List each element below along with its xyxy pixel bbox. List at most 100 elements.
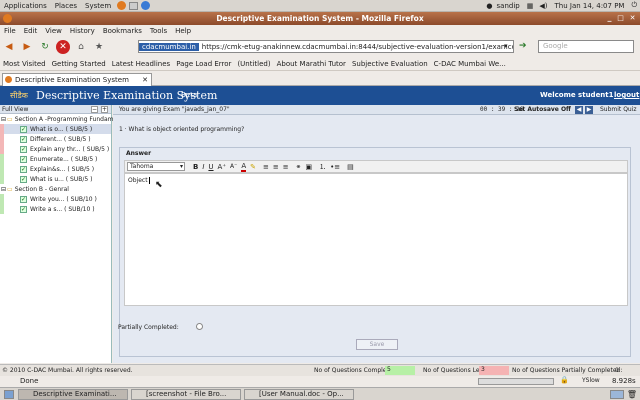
align-left-icon[interactable]: ≡: [263, 163, 269, 171]
image-icon[interactable]: ▣: [305, 163, 312, 171]
checkbox-icon[interactable]: ✓: [20, 145, 27, 153]
window-titlebar[interactable]: Descriptive Examination System - Mozilla…: [0, 12, 640, 25]
link-icon[interactable]: ⚭: [296, 163, 302, 171]
expand-all-icon[interactable]: +: [101, 105, 108, 113]
next-question-icon[interactable]: ▶: [585, 106, 593, 114]
save-button[interactable]: Save: [356, 339, 398, 350]
question-item[interactable]: ✓ Different... ( SUB/5 ): [0, 134, 111, 144]
window-minimize-icon[interactable]: _: [605, 14, 614, 23]
menu-view[interactable]: View: [41, 27, 66, 35]
ordered-list-icon[interactable]: ⒈: [319, 162, 326, 172]
gnome-menu-places[interactable]: Places: [51, 2, 81, 10]
section-b-node[interactable]: ⊟ ▭ Section B - Genral: [0, 184, 111, 194]
site-identity-badge[interactable]: cdacmumbai.in: [139, 42, 199, 51]
yslow-label[interactable]: YSlow: [582, 377, 600, 384]
menu-help[interactable]: Help: [171, 27, 195, 35]
section-a-node[interactable]: ⊟ ▭ Section A -Programming Fundamentals: [0, 114, 132, 124]
unordered-list-icon[interactable]: •≡: [330, 163, 340, 171]
show-desktop-icon[interactable]: [4, 389, 14, 399]
tree-toggle-icon[interactable]: ⊟: [1, 116, 6, 123]
menu-tools[interactable]: Tools: [146, 27, 171, 35]
gnome-menu-applications[interactable]: Applications: [0, 2, 51, 10]
task-file-browser[interactable]: [screenshot - File Bro...: [131, 388, 241, 400]
bookmark-cdac-mumbai[interactable]: C-DAC Mumbai We...: [431, 60, 509, 68]
bookmark-untitled[interactable]: (Untitled): [234, 60, 273, 68]
gnome-menu-system[interactable]: System: [81, 2, 115, 10]
checkbox-icon[interactable]: ✓: [20, 125, 27, 133]
checkbox-icon[interactable]: ✓: [20, 205, 27, 213]
bookmark-icon[interactable]: ★: [92, 40, 106, 54]
workspace-switcher[interactable]: [609, 389, 624, 399]
partial-checkbox[interactable]: [196, 323, 203, 330]
checkbox-icon[interactable]: ✓: [20, 155, 27, 163]
bookmark-marathi-tutor[interactable]: About Marathi Tutor: [274, 60, 349, 68]
question-item[interactable]: ✓ What is u... ( SUB/5 ): [0, 174, 111, 184]
stop-icon[interactable]: ✕: [56, 39, 70, 54]
question-item[interactable]: ✓ Enumerate... ( SUB/5 ): [0, 154, 111, 164]
gnome-clock[interactable]: Thu Jan 14, 4:07 PM: [551, 2, 629, 10]
checkbox-icon[interactable]: ✓: [20, 195, 27, 203]
window-maximize-icon[interactable]: □: [616, 14, 625, 23]
volume-icon[interactable]: ◀): [536, 2, 550, 10]
menu-bookmarks[interactable]: Bookmarks: [99, 27, 146, 35]
mail-launcher-icon[interactable]: [129, 1, 139, 10]
forward-icon[interactable]: ▶: [20, 40, 34, 54]
italic-icon[interactable]: I: [202, 163, 204, 171]
question-item[interactable]: ✓ Explain&s... ( SUB/5 ): [0, 164, 111, 174]
font-grow-icon[interactable]: A⁺: [218, 163, 226, 171]
search-input[interactable]: Google: [538, 40, 634, 53]
task-user-manual[interactable]: [User Manual.doc - Op...: [244, 388, 354, 400]
lock-icon[interactable]: 🔒: [560, 376, 569, 384]
align-center-icon[interactable]: ≡: [273, 163, 279, 171]
submit-quiz-button[interactable]: Submit Quiz: [600, 106, 637, 113]
prev-question-icon[interactable]: ◀: [575, 106, 583, 114]
checkbox-icon[interactable]: ✓: [20, 175, 27, 183]
gnome-user[interactable]: sandip: [493, 2, 524, 10]
back-icon[interactable]: ◀: [2, 40, 16, 54]
window-close-icon[interactable]: ✕: [628, 14, 637, 23]
question-item[interactable]: ✓ Explain any thr... ( SUB/5 ): [0, 144, 111, 154]
bookmark-page-load-error[interactable]: Page Load Error: [173, 60, 234, 68]
tab-close-icon[interactable]: ✕: [142, 74, 148, 86]
reload-icon[interactable]: ↻: [38, 40, 52, 54]
font-color-icon[interactable]: A: [241, 162, 247, 172]
source-icon[interactable]: ▤: [347, 163, 354, 171]
tab-favicon-icon: [5, 76, 12, 83]
bold-icon[interactable]: B: [193, 163, 198, 171]
window-menu-icon[interactable]: [3, 14, 12, 23]
help-launcher-icon[interactable]: [141, 1, 151, 10]
question-item[interactable]: ✓ Write you... ( SUB/10 ): [0, 194, 111, 204]
align-right-icon[interactable]: ≡: [283, 163, 289, 171]
task-exam-window[interactable]: Descriptive Examinati...: [18, 388, 128, 400]
checkbox-icon[interactable]: ✓: [20, 165, 27, 173]
menu-edit[interactable]: Edit: [20, 27, 42, 35]
go-icon[interactable]: ➔: [519, 41, 527, 51]
firefox-launcher-icon[interactable]: [117, 1, 127, 10]
question-item[interactable]: ✓ What is o... ( SUB/5 ): [0, 124, 111, 134]
autosave-toggle[interactable]: Set Autosave Off: [514, 106, 571, 113]
checkbox-icon[interactable]: ✓: [20, 135, 27, 143]
answer-editor[interactable]: Object ⬉: [124, 173, 628, 306]
trash-icon[interactable]: 🗑: [627, 390, 637, 399]
tree-toggle-icon[interactable]: ⊟: [1, 186, 6, 193]
highlight-icon[interactable]: ✎: [250, 163, 256, 171]
menu-file[interactable]: File: [0, 27, 20, 35]
url-bar[interactable]: cdacmumbai.in https://cmk-etug-anakinnew…: [138, 40, 514, 53]
tab-exam[interactable]: Descriptive Examination System ✕: [2, 73, 152, 86]
question-item[interactable]: ✓ Write a s... ( SUB/10 ): [0, 204, 111, 214]
bookmark-subjective-evaluation[interactable]: Subjective Evaluation: [349, 60, 431, 68]
collapse-all-icon[interactable]: −: [91, 105, 98, 113]
url-dropdown-icon[interactable]: ▾: [504, 42, 508, 50]
question-sidebar: Full View − + ⊟ ▭ Section A -Programming…: [0, 105, 132, 363]
bookmark-getting-started[interactable]: Getting Started: [49, 60, 109, 68]
font-select[interactable]: Tahoma ▾: [127, 162, 185, 171]
folder-icon: ▭: [7, 115, 13, 123]
logout-link[interactable]: logout: [614, 91, 639, 99]
bookmark-latest-headlines[interactable]: Latest Headlines: [109, 60, 173, 68]
power-icon[interactable]: ⏻: [628, 1, 640, 10]
home-icon[interactable]: ⌂: [74, 40, 88, 54]
font-shrink-icon[interactable]: A⁻: [230, 163, 237, 170]
underline-icon[interactable]: U: [208, 163, 213, 171]
bookmark-most-visited[interactable]: Most Visited: [0, 60, 49, 68]
menu-history[interactable]: History: [66, 27, 99, 35]
